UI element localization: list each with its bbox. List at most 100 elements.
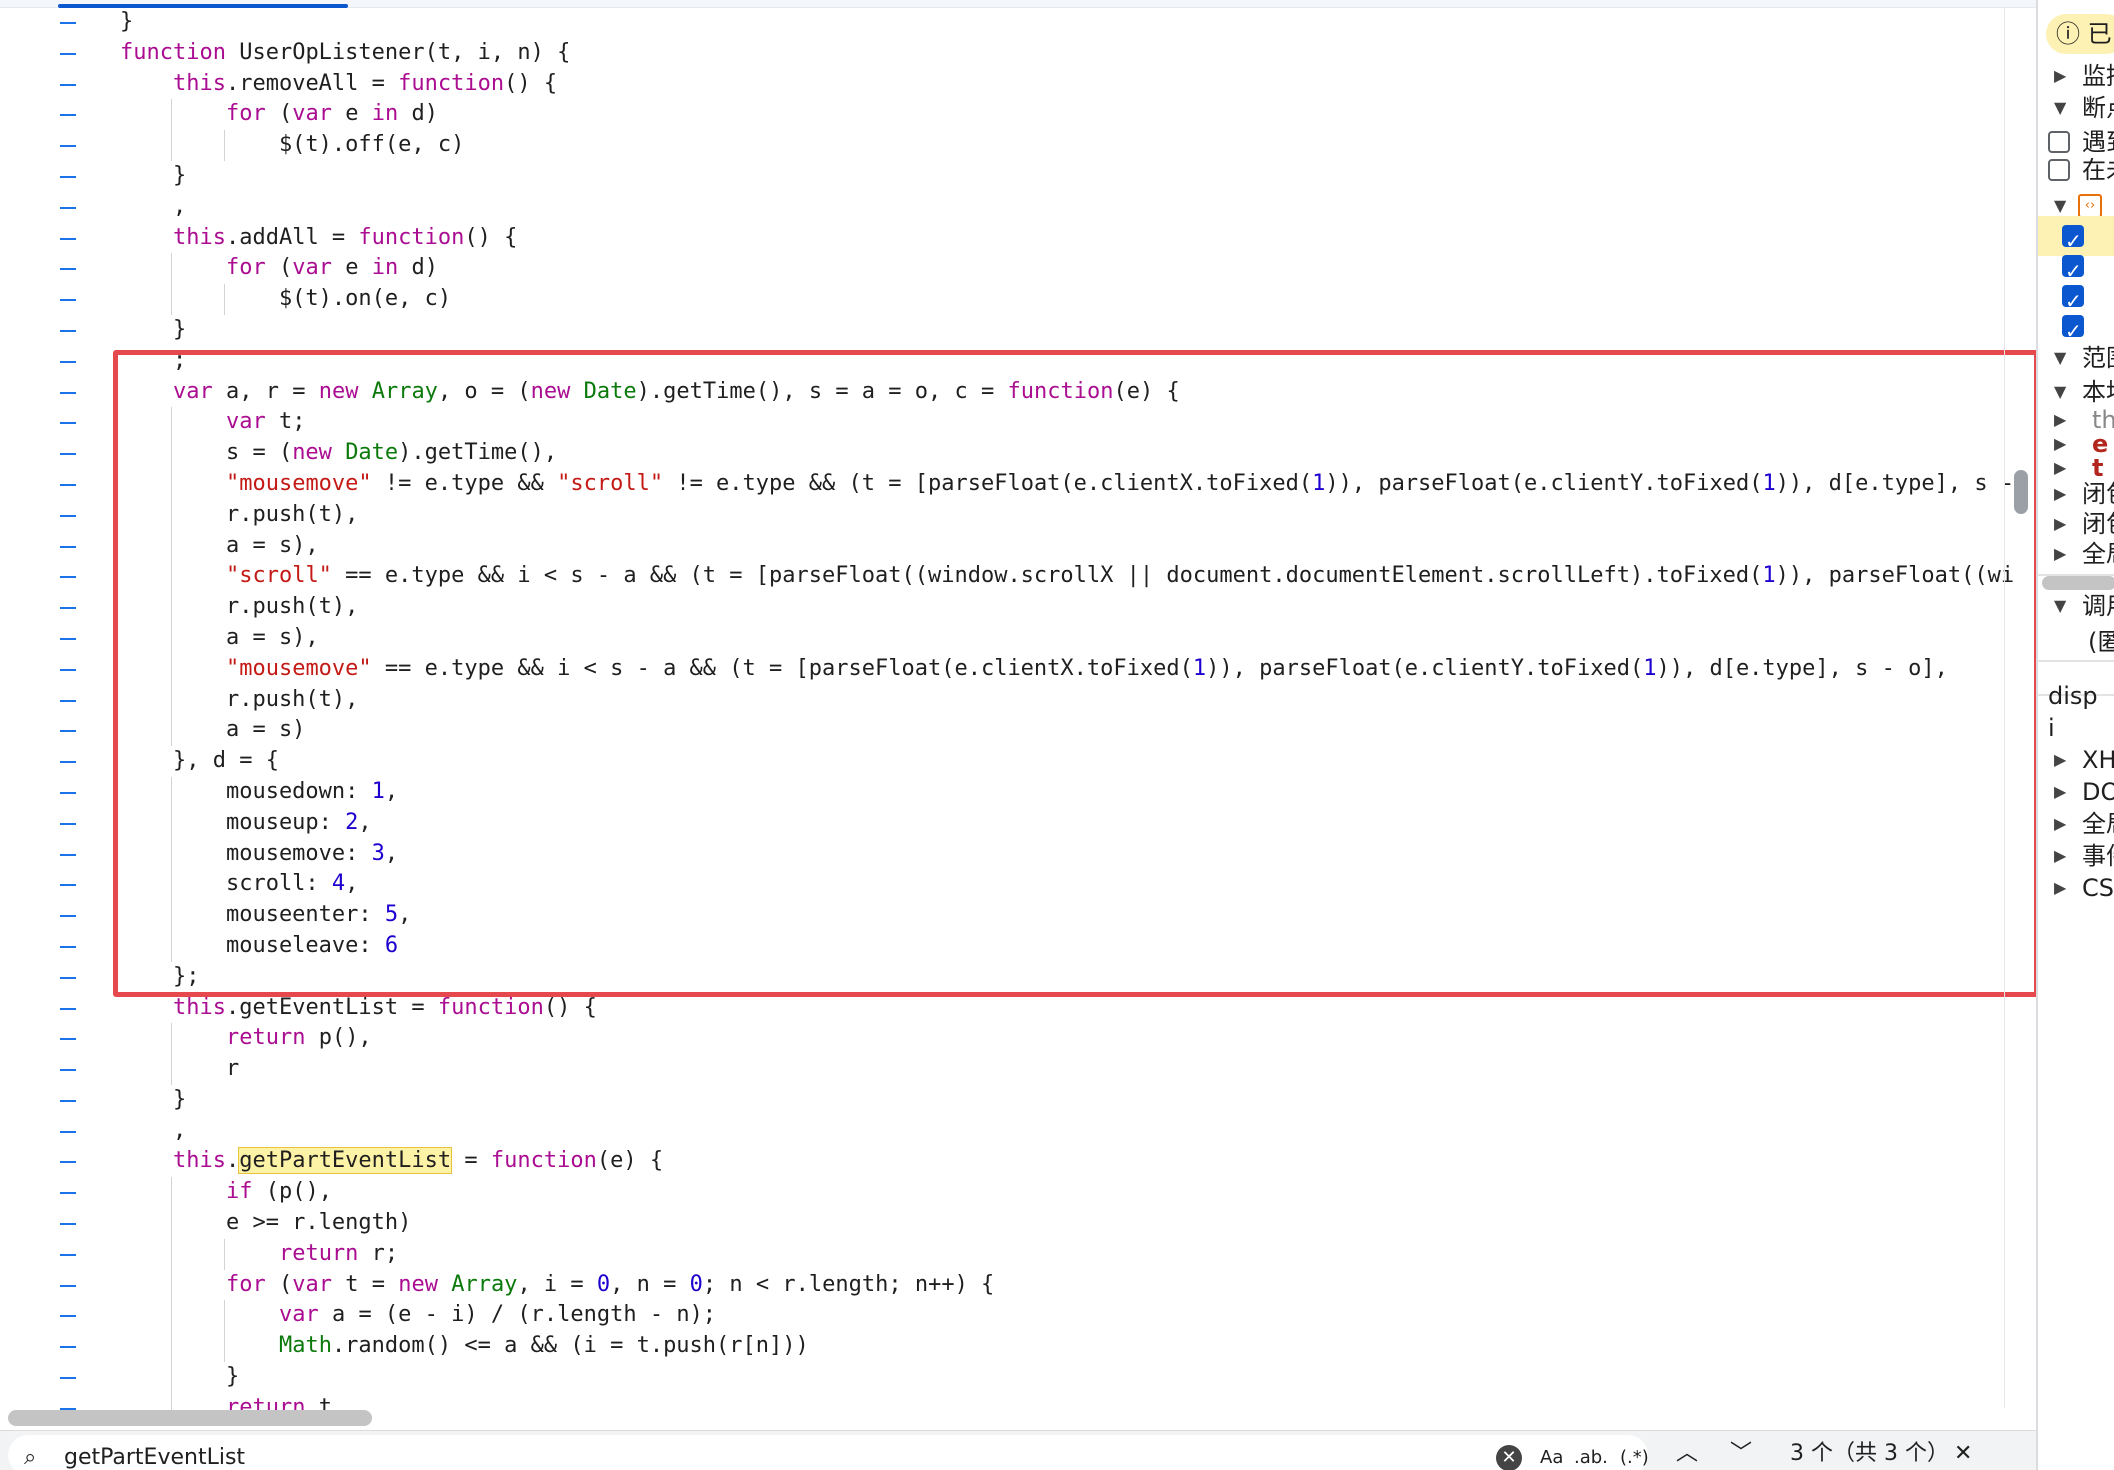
code-line[interactable]: "mousemove" != e.type && "scroll" != e.t… [0, 468, 2014, 500]
line-gutter-marker[interactable] [60, 1377, 76, 1380]
line-gutter-marker[interactable] [60, 453, 76, 456]
code-line[interactable]: return r; [0, 1238, 2000, 1270]
line-gutter-marker[interactable] [60, 668, 76, 671]
line-gutter-marker[interactable] [60, 175, 76, 178]
line-gutter-marker[interactable] [60, 884, 76, 887]
code-line[interactable]: s = (new Date).getTime(), [0, 438, 2000, 469]
match-case-button[interactable]: Aa [1540, 1443, 1563, 1470]
code-line[interactable]: function UserOpListener(t, i, n) { [0, 38, 2000, 69]
code-line[interactable]: for (var e in d) [0, 253, 2000, 285]
line-gutter-marker[interactable] [60, 1038, 76, 1041]
checkbox[interactable] [2048, 159, 2070, 181]
code-line[interactable]: } [0, 7, 2000, 38]
line-gutter-marker[interactable] [60, 761, 76, 764]
checkbox[interactable] [2062, 251, 2084, 291]
side-panel-row[interactable]: ▼ 调用 [2038, 586, 2114, 626]
code-line[interactable]: $(t).on(e, c) [0, 284, 2000, 315]
line-gutter-marker[interactable] [60, 145, 76, 148]
line-gutter-marker[interactable] [60, 52, 76, 55]
code-line[interactable]: a = s) [0, 715, 2000, 747]
line-gutter-marker[interactable] [60, 699, 76, 702]
side-panel-row[interactable]: ▶ CS [2038, 868, 2114, 908]
side-panel-row[interactable]: 在未 [2038, 150, 2114, 190]
code-line[interactable]: if (p(), [0, 1177, 2000, 1209]
line-gutter-marker[interactable] [60, 791, 76, 794]
code-line[interactable]: mouseenter: 5, [0, 900, 2000, 931]
line-gutter-marker[interactable] [60, 1069, 76, 1072]
line-gutter-marker[interactable] [60, 1315, 76, 1318]
line-gutter-marker[interactable] [60, 299, 76, 302]
line-gutter-marker[interactable] [60, 607, 76, 610]
code-line[interactable]: for (var e in d) [0, 99, 2000, 131]
code-line[interactable]: this.removeAll = function() { [0, 69, 2000, 100]
line-gutter-marker[interactable] [60, 514, 76, 517]
code-line[interactable]: mousedown: 1, [0, 776, 2000, 808]
whole-word-button[interactable]: .ab. [1574, 1443, 1608, 1470]
code-lines[interactable]: } function UserOpListener(t, i, n) { this… [0, 7, 2014, 1424]
line-gutter-marker[interactable] [60, 206, 76, 209]
line-gutter-marker[interactable] [60, 915, 76, 918]
code-line[interactable]: this.getEventList = function() { [0, 993, 2000, 1024]
code-line[interactable]: mouseup: 2, [0, 807, 2000, 839]
line-gutter-marker[interactable] [60, 114, 76, 117]
code-line[interactable]: var a, r = new Array, o = (new Date).get… [0, 377, 2000, 408]
code-line[interactable]: }, d = { [0, 746, 2000, 777]
code-line[interactable]: "scroll" == e.type && i < s - a && (t = … [0, 561, 2014, 593]
line-gutter-marker[interactable] [60, 1007, 76, 1010]
code-line[interactable]: r [0, 1054, 2000, 1085]
search-input[interactable]: getPartEventList [64, 1443, 245, 1470]
previous-match-button[interactable]: ︿ [1676, 1439, 1698, 1469]
line-gutter-marker[interactable] [60, 637, 76, 640]
search-field[interactable]: ⌕ getPartEventList ✕ Aa .ab. (.*) [8, 1435, 1649, 1470]
line-gutter-marker[interactable] [60, 576, 76, 579]
line-gutter-marker[interactable] [60, 976, 76, 979]
code-line[interactable]: } [0, 1085, 2000, 1116]
line-gutter-marker[interactable] [60, 22, 76, 24]
code-line[interactable]: , [0, 192, 2000, 223]
code-line[interactable]: } [0, 161, 2000, 192]
line-gutter-marker[interactable] [60, 1284, 76, 1287]
checkbox[interactable] [2062, 221, 2084, 261]
clear-search-icon[interactable]: ✕ [1496, 1445, 1522, 1470]
line-gutter-marker[interactable] [60, 329, 76, 332]
code-line[interactable]: r.push(t), [0, 499, 2000, 531]
code-line[interactable]: mousemove: 3, [0, 838, 2000, 870]
code-line[interactable]: return p(), [0, 1023, 2000, 1055]
line-gutter-marker[interactable] [60, 1253, 76, 1256]
code-line[interactable]: a = s), [0, 530, 2000, 562]
code-line[interactable]: this.getPartEventList = function(e) { [0, 1146, 2000, 1177]
side-panel-row[interactable]: (匿 [2038, 622, 2114, 662]
code-line[interactable]: }; [0, 962, 2000, 993]
code-line[interactable]: ; [0, 346, 2000, 377]
expand-arrow-closed-icon[interactable]: ▶ [2054, 868, 2066, 908]
vertical-scrollbar-track[interactable] [2004, 8, 2028, 1408]
line-gutter-marker[interactable] [60, 237, 76, 240]
expand-arrow-closed-icon[interactable]: ▶ [2054, 534, 2066, 574]
code-line[interactable]: scroll: 4, [0, 869, 2000, 901]
line-gutter-marker[interactable] [60, 268, 76, 271]
code-line[interactable]: , [0, 1116, 2000, 1147]
code-line[interactable]: Math.random() <= a && (i = t.push(r[n])) [0, 1331, 2000, 1363]
code-line[interactable]: r.push(t), [0, 592, 2000, 623]
line-gutter-marker[interactable] [60, 1099, 76, 1102]
next-match-button[interactable]: ﹀ [1730, 1439, 1752, 1469]
vertical-scrollbar-thumb[interactable] [2014, 470, 2028, 514]
line-gutter-marker[interactable] [60, 1161, 76, 1164]
code-line[interactable]: mouseleave: 6 [0, 930, 2000, 962]
line-gutter-marker[interactable] [60, 945, 76, 948]
line-gutter-marker[interactable] [60, 1130, 76, 1133]
code-line[interactable]: var a = (e - i) / (r.length - n); [0, 1300, 2000, 1332]
code-line[interactable]: $(t).off(e, c) [0, 130, 2000, 161]
code-line[interactable]: } [0, 315, 2000, 346]
checkbox[interactable] [2062, 311, 2084, 351]
code-line[interactable]: this.addAll = function() { [0, 223, 2000, 254]
horizontal-scrollbar-thumb[interactable] [8, 1410, 372, 1426]
line-gutter-marker[interactable] [60, 1192, 76, 1195]
code-line[interactable]: } [0, 1362, 2000, 1393]
line-gutter-marker[interactable] [60, 1346, 76, 1349]
line-gutter-marker[interactable] [60, 822, 76, 825]
code-line[interactable]: r.push(t), [0, 684, 2000, 716]
regex-button[interactable]: (.*) [1620, 1443, 1649, 1470]
line-gutter-marker[interactable] [60, 483, 76, 486]
line-gutter-marker[interactable] [60, 1223, 76, 1226]
